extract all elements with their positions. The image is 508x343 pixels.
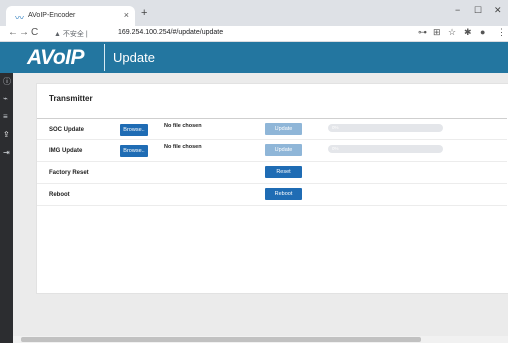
profile-icon[interactable]: ● (480, 27, 485, 37)
menu-icon[interactable]: ⋮ (497, 27, 506, 38)
browse-button[interactable]: Browse.. (120, 145, 148, 157)
reboot-button[interactable]: Reboot (265, 188, 302, 200)
settings-icon[interactable]: ≡ (3, 112, 8, 121)
url-text[interactable]: 169.254.100.254/#/update/update (118, 29, 223, 36)
progress-text: 0% (332, 125, 339, 130)
network-icon[interactable]: ⌁ (3, 94, 8, 103)
new-tab-button[interactable]: + (141, 7, 147, 19)
scrollbar-thumb[interactable] (21, 337, 421, 342)
back-button[interactable]: ← (8, 27, 18, 38)
browser-toolbar: ← → C ▲ 不安全 | 169.254.100.254/#/update/u… (0, 26, 508, 42)
header-divider (104, 44, 105, 71)
insecure-label: ▲ 不安全 | (54, 31, 88, 38)
file-status: No file chosen (164, 144, 202, 150)
img-update-row: IMG Update Browse.. No file chosen Updat… (37, 140, 507, 162)
tab-title: AVoIP-Encoder (28, 12, 76, 19)
reload-button[interactable]: C (31, 27, 38, 38)
close-window-button[interactable]: ✕ (494, 5, 502, 16)
row-label: Factory Reset (49, 170, 89, 176)
tab-close-icon[interactable]: × (124, 10, 129, 20)
transmitter-card: Transmitter SOC Update Browse.. No file … (36, 83, 508, 294)
update-button[interactable]: Update (265, 123, 302, 135)
progress-text: 0% (332, 146, 339, 151)
extensions-icon[interactable]: ✱ (464, 27, 472, 38)
key-icon[interactable]: ⊶ (418, 27, 427, 38)
reboot-row: Reboot Reboot (37, 184, 507, 206)
info-icon[interactable]: ⓘ (3, 76, 11, 87)
progress-bar: 0% (328, 145, 443, 153)
page-title: Update (113, 50, 155, 65)
row-label: IMG Update (49, 148, 83, 154)
app-header: AVoIP Update (0, 42, 508, 73)
maximize-button[interactable]: ☐ (474, 5, 482, 16)
site-favicon-icon: 〰 (15, 13, 25, 23)
browse-button[interactable]: Browse.. (120, 124, 148, 136)
row-label: Reboot (49, 192, 70, 198)
star-icon[interactable]: ☆ (448, 27, 456, 38)
update-icon[interactable]: ⇪ (3, 130, 10, 139)
file-status: No file chosen (164, 123, 202, 129)
soc-update-row: SOC Update Browse.. No file chosen Updat… (37, 118, 507, 140)
progress-bar: 0% (328, 124, 443, 132)
logout-icon[interactable]: ⇥ (3, 148, 10, 157)
factory-reset-row: Factory Reset Reset (37, 162, 507, 184)
horizontal-scrollbar[interactable] (13, 336, 508, 343)
row-label: SOC Update (49, 127, 85, 133)
minimize-button[interactable]: − (455, 5, 460, 15)
browser-tab[interactable]: 〰 AVoIP-Encoder × (6, 6, 135, 26)
sidebar: ⓘ ⌁ ≡ ⇪ ⇥ (0, 73, 13, 343)
translate-icon[interactable]: ⊞ (433, 27, 441, 38)
forward-button[interactable]: → (19, 27, 29, 38)
reset-button[interactable]: Reset (265, 166, 302, 178)
avoip-logo: AVoIP (27, 46, 85, 69)
update-button[interactable]: Update (265, 144, 302, 156)
card-title: Transmitter (49, 94, 93, 103)
main-content: Transmitter SOC Update Browse.. No file … (13, 73, 508, 336)
browser-tab-strip: 〰 AVoIP-Encoder × + − ☐ ✕ (0, 0, 508, 26)
